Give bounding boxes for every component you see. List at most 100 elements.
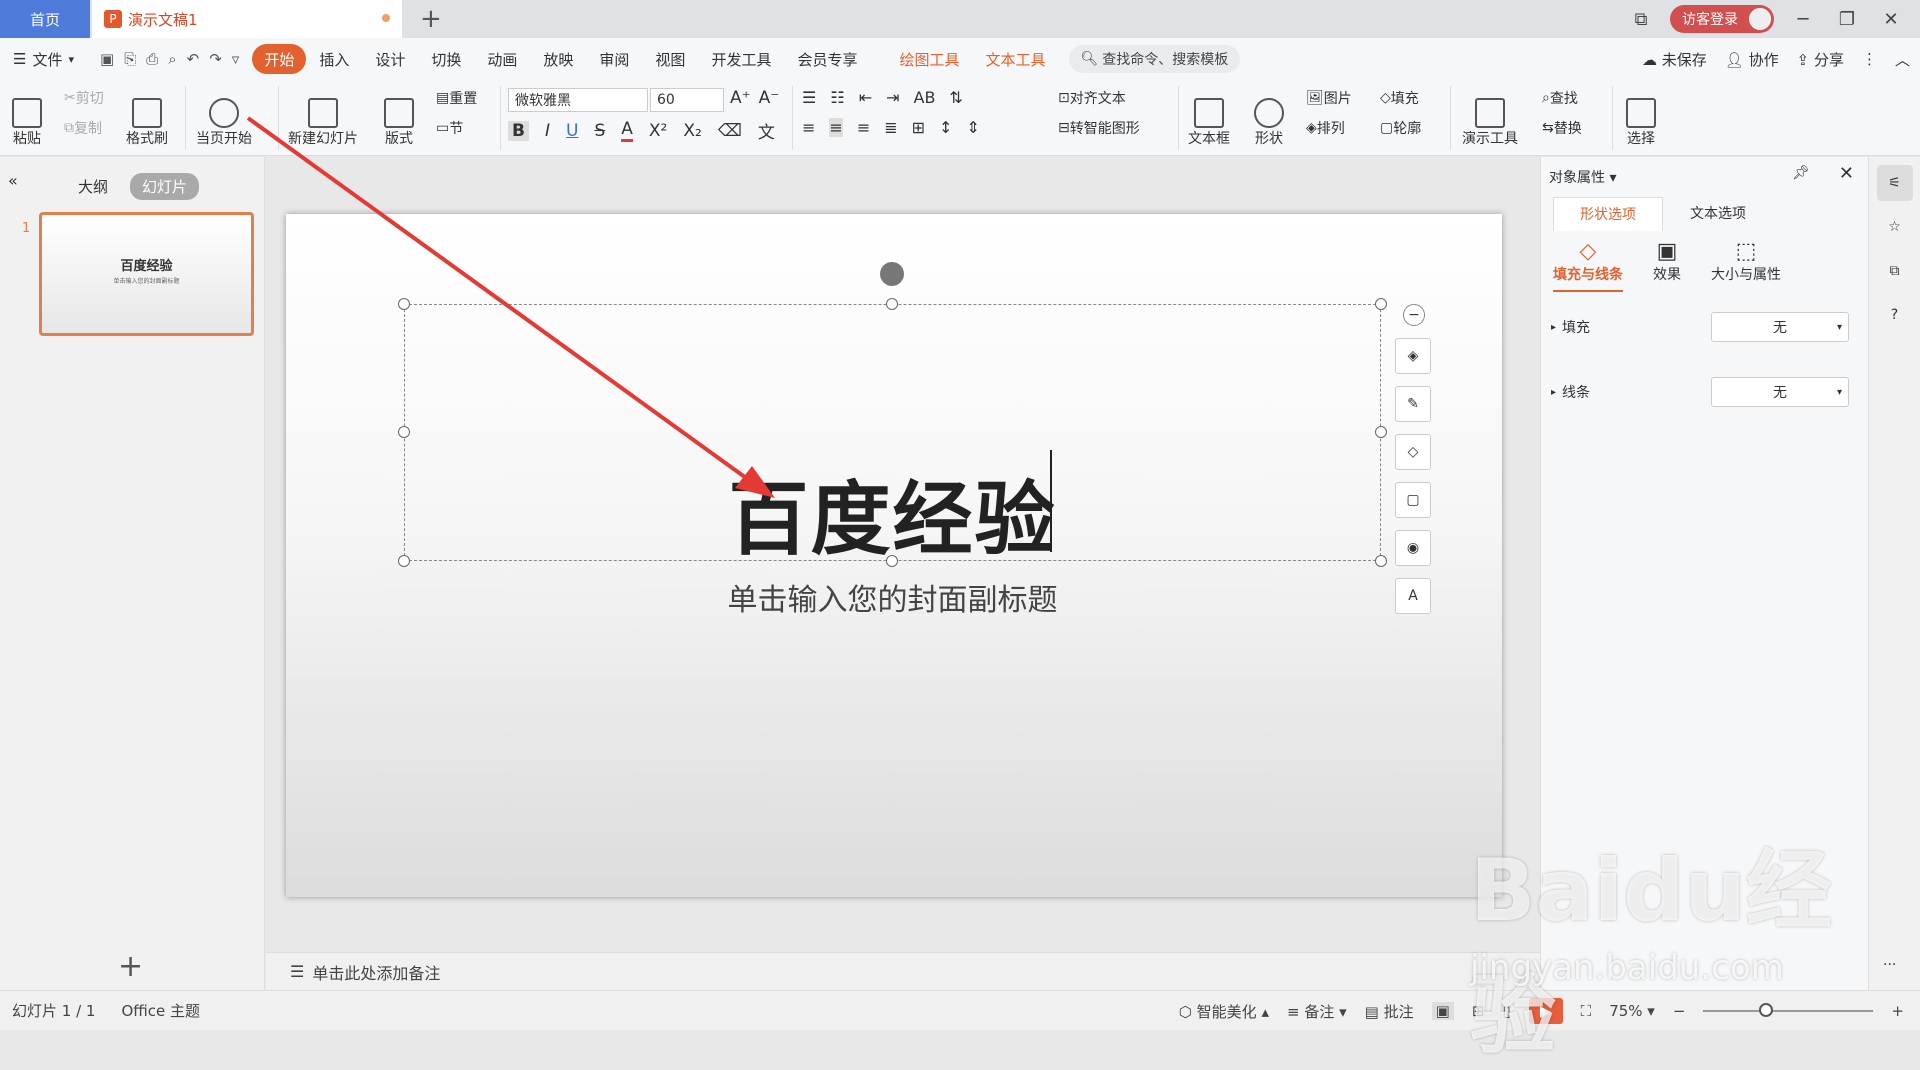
select-button[interactable]: 选择 <box>1626 86 1656 148</box>
menu-slideshow[interactable]: 放映 <box>530 44 586 74</box>
copy-button[interactable]: ⧉ 复制 <box>64 118 102 138</box>
slide-thumbnail[interactable]: 百度经验 单击输入您的封面副标题 <box>39 212 254 336</box>
justify-icon[interactable]: ≣ <box>884 118 897 137</box>
close-panel-icon[interactable]: ✕ <box>1839 163 1854 184</box>
decrease-indent-icon[interactable]: ⇤ <box>859 88 872 107</box>
tab-text-options[interactable]: 文本选项 <box>1663 197 1773 231</box>
line-select[interactable]: 无 ▾ <box>1711 377 1849 407</box>
subscript-icon[interactable]: X₂ <box>683 121 701 141</box>
close-button[interactable]: ✕ <box>1876 4 1906 34</box>
text-direction-icon[interactable]: AB <box>914 88 936 107</box>
menu-drawing-tools[interactable]: 绘图工具 <box>886 44 972 74</box>
collaborate-button[interactable]: 👤︎ 协作 <box>1725 49 1779 70</box>
menu-review[interactable]: 审阅 <box>586 44 642 74</box>
minus-icon[interactable]: − <box>1403 304 1425 326</box>
align-text-button[interactable]: ⊡ 对齐文本 <box>1058 88 1126 108</box>
menu-member[interactable]: 会员专享 <box>784 44 870 74</box>
superscript-icon[interactable]: X² <box>649 121 667 141</box>
align-left-icon[interactable]: ≡ <box>802 118 815 137</box>
grow-font-icon[interactable]: A⁺ <box>730 88 751 108</box>
paragraph-spacing-icon[interactable]: ⇕ <box>966 118 979 137</box>
strikethrough-icon[interactable]: S <box>594 121 605 141</box>
menu-developer[interactable]: 开发工具 <box>698 44 784 74</box>
expand-icon[interactable]: ▸ <box>1551 387 1556 398</box>
more-icon[interactable]: ⋮ <box>1862 50 1877 68</box>
menu-transition[interactable]: 切换 <box>418 44 474 74</box>
tab-slides[interactable]: 幻灯片 <box>130 173 200 200</box>
font-color-icon[interactable]: A <box>621 119 633 142</box>
section-button[interactable]: ▭ 节 <box>436 118 463 138</box>
outline-button[interactable]: ▢ 轮廓 <box>1380 118 1421 138</box>
layers-icon[interactable]: ◈ <box>1395 338 1431 374</box>
underline-icon[interactable]: U <box>566 121 578 141</box>
new-tab-button[interactable]: + <box>420 4 442 34</box>
tab-document[interactable]: P 演示文稿1 <box>92 0 402 38</box>
resize-handle[interactable] <box>1375 426 1387 438</box>
preview-icon[interactable]: ⌕ <box>168 50 176 68</box>
menu-home[interactable]: 开始 <box>252 44 307 74</box>
smart-art-button[interactable]: ⊟ 转智能图形 <box>1058 118 1140 138</box>
line-spacing-icon[interactable]: ↕ <box>939 118 952 137</box>
subtab-fill-line[interactable]: ◇ 填充与线条 <box>1553 239 1623 292</box>
slide-title[interactable]: 百度经验 <box>404 455 1381 571</box>
font-family-select[interactable]: 微软雅黑 <box>508 88 648 112</box>
eraser-icon[interactable]: ⌫ <box>718 121 742 141</box>
customize-icon[interactable]: ▿ <box>232 50 240 68</box>
save-icon[interactable]: ▣ <box>100 50 114 68</box>
align-center-icon[interactable]: ≡ <box>829 118 843 137</box>
redo-icon[interactable]: ↷ <box>209 50 222 68</box>
increase-indent-icon[interactable]: ⇥ <box>886 88 899 107</box>
numbered-list-icon[interactable]: ☷ <box>830 88 844 107</box>
resize-handle[interactable] <box>398 298 410 310</box>
paste-button[interactable]: 粘贴 <box>12 86 42 148</box>
text-style-icon[interactable]: A <box>1395 578 1431 614</box>
quick-icons[interactable]: ▣ ⎘ ⎙ ⌕ ↶ ↷ ▿ <box>87 44 252 74</box>
export-icon[interactable]: ⎘ <box>124 50 136 68</box>
notes-bar[interactable]: ☰ 单击此处添加备注 <box>266 952 1540 990</box>
expand-icon[interactable]: ▸ <box>1551 322 1556 333</box>
layout-button[interactable]: 版式 <box>384 86 414 148</box>
menu-file[interactable]: ☰ 文件 ▾ <box>0 44 87 74</box>
bold-icon[interactable]: B <box>508 120 529 141</box>
textbox-button[interactable]: 文本框 <box>1188 86 1230 148</box>
replace-button[interactable]: ⇆ 替换 <box>1542 118 1582 138</box>
undo-icon[interactable]: ↶ <box>187 50 200 68</box>
resize-handle[interactable] <box>398 426 410 438</box>
share-button[interactable]: ⇪ 分享 <box>1797 49 1844 70</box>
theme-name[interactable]: Office 主题 <box>121 1000 200 1021</box>
beautify-button[interactable]: ⬡ 智能美化 ▴ <box>1179 1001 1269 1022</box>
window-mode-icon[interactable]: ⧉ <box>1626 4 1656 34</box>
menu-insert[interactable]: 插入 <box>306 44 362 74</box>
font-size-select[interactable]: 60 <box>650 88 724 112</box>
align-right-icon[interactable]: ≡ <box>857 118 870 137</box>
play-from-current-button[interactable]: 当页开始 <box>196 86 252 148</box>
menu-animation[interactable]: 动画 <box>474 44 530 74</box>
shape-button[interactable]: 形状 <box>1254 86 1284 148</box>
font-grow-shrink[interactable]: A⁺ A⁻ <box>730 88 779 108</box>
properties-icon[interactable]: ⚟ <box>1876 165 1913 201</box>
tab-outline[interactable]: 大纲 <box>66 173 120 200</box>
help-icon[interactable]: ? <box>1877 297 1913 333</box>
italic-icon[interactable]: I <box>545 121 550 141</box>
tab-shape-options[interactable]: 形状选项 <box>1553 197 1663 231</box>
cut-button[interactable]: ✂ 剪切 <box>64 88 104 108</box>
notes-toggle[interactable]: ≡ 备注 ▾ <box>1287 1001 1347 1022</box>
slide-subtitle[interactable]: 单击输入您的封面副标题 <box>404 575 1381 619</box>
normal-view-icon[interactable]: ▣ <box>1431 1002 1454 1020</box>
new-slide-button[interactable]: 新建幻灯片 <box>288 86 358 148</box>
fill-select[interactable]: 无 ▾ <box>1711 312 1849 342</box>
rotate-handle-icon[interactable] <box>880 262 904 286</box>
slides-icon[interactable]: ⧉ <box>1877 253 1913 289</box>
distribute-icon[interactable]: ⊞ <box>912 118 925 137</box>
sort-icon[interactable]: ⇅ <box>949 88 962 107</box>
menu-text-tools[interactable]: 文本工具 <box>972 44 1058 74</box>
present-tools-button[interactable]: 演示工具 <box>1462 86 1518 148</box>
format-painter-button[interactable]: 格式刷 <box>126 86 168 148</box>
frame-icon[interactable]: ▢ <box>1395 482 1431 518</box>
bullet-list-icon[interactable]: ☰ <box>802 88 816 107</box>
collapse-ribbon-icon[interactable]: ︿ <box>1895 49 1910 70</box>
subtab-size-properties[interactable]: ⬚ 大小与属性 <box>1711 239 1781 292</box>
star-icon[interactable]: ☆ <box>1877 209 1913 245</box>
maximize-button[interactable]: ❐ <box>1832 4 1862 34</box>
command-search[interactable]: 🔍︎ 查找命令、搜索模板 <box>1068 45 1241 73</box>
